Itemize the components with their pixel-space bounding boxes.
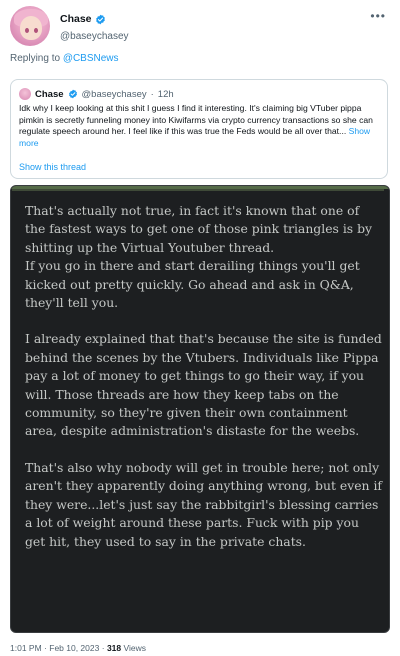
views-count: 318 (106, 643, 122, 653)
quoted-avatar (19, 88, 31, 100)
author-names: Chase @baseychasey (60, 9, 129, 42)
quoted-text-block: Idk why I keep looking at this shit I gu… (19, 103, 379, 149)
views-label: Views (123, 643, 147, 653)
quoted-tweet[interactable]: Chase @baseychasey · 12h Idk why I keep … (10, 79, 388, 179)
image-text-content: That's actually not true, in fact it's k… (25, 202, 383, 551)
verified-badge-icon (68, 89, 77, 99)
more-horizontal-icon[interactable]: ••• (370, 10, 386, 22)
tweet-time[interactable]: 1:01 PM (10, 643, 42, 653)
author-display-name-text: Chase (60, 13, 92, 25)
quoted-display-name: Chase (35, 88, 64, 100)
replying-to-label: Replying to (10, 53, 61, 64)
quoted-separator: · (150, 88, 154, 100)
replying-to-handle-link[interactable]: @CBSNews (63, 53, 119, 64)
image-top-bar-shade (12, 189, 384, 191)
author-display-name[interactable]: Chase (60, 13, 106, 25)
avatar-eye (25, 28, 29, 33)
avatar[interactable] (10, 6, 50, 46)
footer-separator: · (101, 643, 105, 653)
avatar-eye (34, 28, 38, 33)
footer-separator: · (44, 643, 47, 653)
image-paragraph: That's also why nobody will get in troub… (25, 459, 383, 549)
verified-badge-icon (95, 14, 105, 24)
tweet: Chase @baseychasey ••• Replying to @CBSN… (0, 0, 400, 656)
author-handle[interactable]: @baseychasey (60, 31, 129, 42)
image-paragraph: That's actually not true, in fact it's k… (25, 203, 373, 311)
tweet-date[interactable]: Feb 10, 2023 (49, 643, 99, 653)
show-thread-link[interactable]: Show this thread (19, 162, 86, 172)
avatar-face (20, 16, 42, 40)
quoted-text: Idk why I keep looking at this shit I gu… (19, 103, 373, 136)
tweet-header: Chase @baseychasey ••• (10, 6, 390, 46)
attached-image[interactable]: That's actually not true, in fact it's k… (10, 185, 390, 633)
quoted-tweet-header: Chase @baseychasey · 12h (19, 88, 174, 100)
replying-to: Replying to @CBSNews (10, 53, 119, 64)
quoted-time: 12h (157, 88, 174, 100)
quoted-handle: @baseychasey (81, 88, 147, 100)
tweet-footer: 1:01 PM · Feb 10, 2023 · 318 Views (10, 643, 146, 653)
image-paragraph: I already explained that that's because … (25, 331, 382, 439)
